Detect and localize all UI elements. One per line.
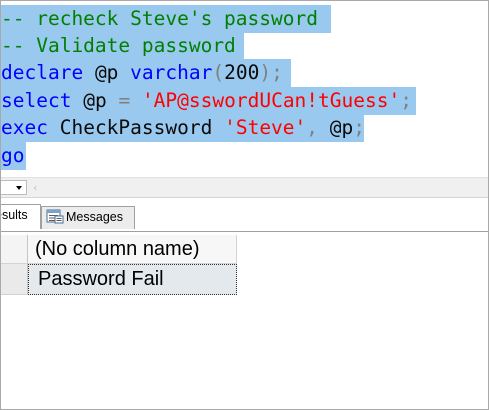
- scroll-left-icon[interactable]: ‹: [33, 180, 37, 195]
- sql-operator: =: [118, 89, 131, 112]
- sql-comment: -- recheck Steve's password: [1, 7, 318, 30]
- tab-messages[interactable]: Messages: [41, 206, 135, 229]
- sql-string: 'Steve': [224, 116, 307, 139]
- sql-procedure: CheckPassword: [59, 116, 213, 139]
- sql-punctuation: ;: [271, 61, 283, 84]
- sql-number: 200: [224, 61, 260, 84]
- sql-punctuation: ): [259, 61, 272, 84]
- editor-status-bar: ‹: [1, 177, 488, 197]
- sql-keyword: exec: [1, 116, 48, 139]
- sql-string: 'AP@sswordUCan!tGuess': [141, 89, 401, 112]
- sql-punctuation: ,: [306, 116, 319, 139]
- row-header[interactable]: [1, 264, 28, 295]
- grid-corner-cell[interactable]: [1, 235, 28, 264]
- code-line[interactable]: go: [1, 142, 26, 170]
- tab-messages-label: Messages: [66, 210, 123, 224]
- sql-variable: @p: [94, 61, 119, 84]
- column-header[interactable]: (No column name): [28, 235, 237, 264]
- grid-cell[interactable]: Password Fail: [28, 264, 237, 295]
- row-header-column: [1, 235, 28, 297]
- code-line[interactable]: -- recheck Steve's password: [1, 5, 331, 33]
- sql-keyword: declare: [1, 61, 84, 84]
- chevron-down-icon: [16, 186, 22, 190]
- sql-comment: -- Validate password: [1, 34, 236, 57]
- sql-punctuation: ;: [353, 116, 366, 139]
- sql-keyword: go: [1, 144, 25, 167]
- results-tab-strip: esults Messages: [1, 197, 488, 232]
- sql-variable: @p: [83, 89, 107, 112]
- sql-variable: @p: [329, 116, 354, 139]
- messages-icon: [46, 209, 64, 224]
- sql-keyword: select: [1, 89, 72, 112]
- sql-punctuation: (: [212, 61, 225, 84]
- zoom-dropdown[interactable]: [1, 180, 27, 195]
- query-editor[interactable]: -- recheck Steve's password -- Validate …: [1, 1, 488, 177]
- ssms-window: -- recheck Steve's password -- Validate …: [0, 0, 489, 410]
- code-line[interactable]: select @p = 'AP@sswordUCan!tGuess';: [1, 87, 416, 115]
- tab-results[interactable]: esults: [1, 204, 41, 229]
- sql-punctuation: ;: [400, 89, 412, 112]
- code-line[interactable]: exec CheckPassword 'Steve', @p;: [1, 114, 366, 142]
- code-line[interactable]: -- Validate password: [1, 32, 244, 60]
- tab-results-label: esults: [1, 208, 28, 222]
- code-line[interactable]: declare @p varchar(200);: [1, 59, 291, 87]
- results-pane: esults Messages (N: [1, 197, 488, 409]
- results-grid[interactable]: (No column name) Password Fail: [1, 235, 488, 409]
- sql-type: varchar: [130, 61, 213, 84]
- tab-strip-divider: [1, 231, 488, 232]
